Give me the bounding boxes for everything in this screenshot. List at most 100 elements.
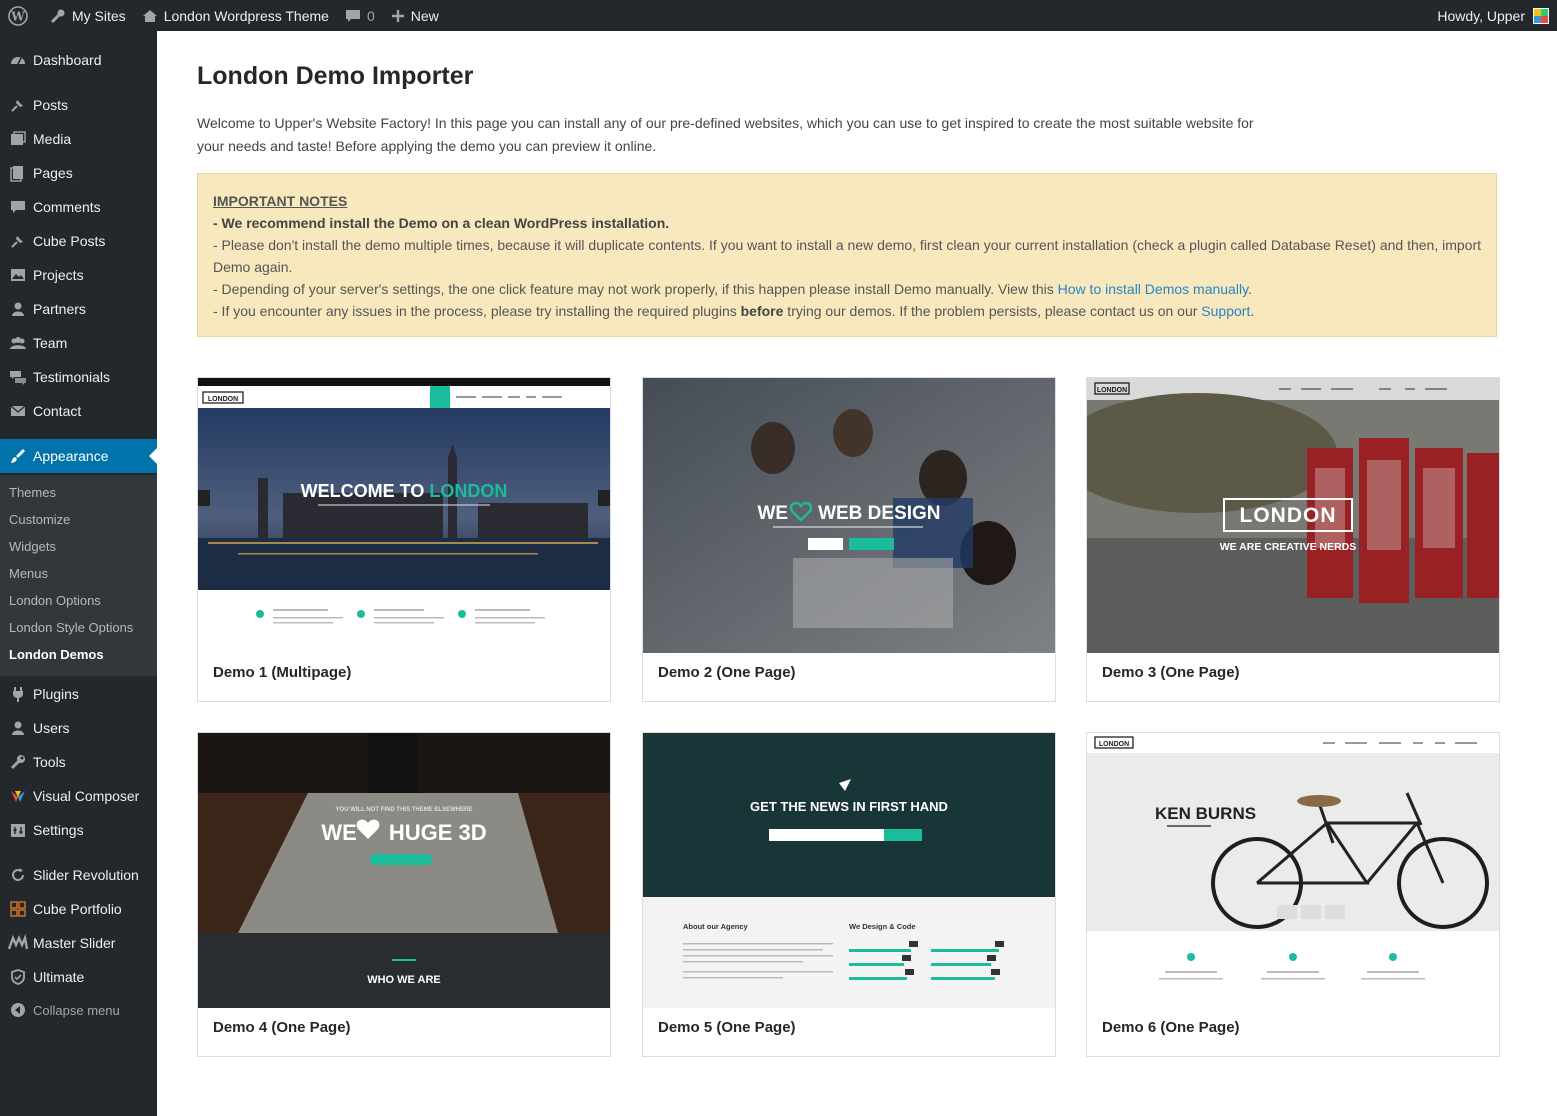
- page-title: London Demo Importer: [197, 62, 474, 90]
- pages-icon: [8, 163, 28, 183]
- demo-5-thumbnail: GET THE NEWS IN FIRST HAND About our Age…: [643, 733, 1055, 1008]
- demo-card-6[interactable]: LONDON KEN BURNS Demo 6 (One Page): [1086, 732, 1500, 1057]
- important-notes: IMPORTANT NOTES - We recommend install t…: [197, 173, 1497, 337]
- submenu-item-themes[interactable]: Themes: [9, 485, 56, 500]
- menu-item-partners[interactable]: Partners: [0, 292, 157, 326]
- menu-item-master-slider[interactable]: Master Slider: [0, 926, 157, 960]
- demo-6-headline: KEN BURNS: [1155, 804, 1256, 823]
- support-link[interactable]: Support: [1201, 303, 1250, 319]
- menu-item-label: Posts: [33, 97, 69, 113]
- menu-item-projects[interactable]: Projects: [0, 258, 157, 292]
- menu-item-label: Pages: [33, 165, 73, 181]
- submenu-item-london-options[interactable]: London Options: [9, 593, 101, 608]
- demo-6-caption: Demo 6 (One Page): [1102, 1019, 1240, 1036]
- menu-item-label: Settings: [33, 822, 84, 838]
- install-manually-link[interactable]: How to install Demos manually: [1058, 281, 1248, 297]
- menu-item-dashboard[interactable]: Dashboard: [0, 43, 157, 77]
- menu-item-appearance[interactable]: Appearance: [0, 439, 157, 473]
- demo-4-headline-a: WE: [321, 820, 356, 845]
- home-icon: [142, 9, 157, 22]
- menu-item-label: Dashboard: [33, 52, 102, 68]
- grid-icon: [8, 899, 28, 919]
- menu-item-comments[interactable]: Comments: [0, 190, 157, 224]
- menu-item-settings[interactable]: Settings: [0, 813, 157, 847]
- demo-3-caption: Demo 3 (One Page): [1102, 664, 1240, 681]
- demo-1-headline-b: LONDON: [429, 481, 507, 501]
- demo-card-1[interactable]: LONDON WELCOME TO LONDON Demo 1 (Multipa…: [197, 377, 611, 702]
- demo-6-thumbnail: LONDON KEN BURNS: [1087, 733, 1499, 1008]
- demo-6-logo: LONDON: [1099, 741, 1129, 748]
- menu-item-testimonials[interactable]: Testimonials: [0, 360, 157, 394]
- menu-item-label: Projects: [33, 267, 84, 283]
- submenu-item-customize[interactable]: Customize: [9, 512, 70, 527]
- refresh-icon: [8, 865, 28, 885]
- mail-icon: [8, 401, 28, 421]
- comment-icon: [345, 9, 360, 22]
- notes-title: IMPORTANT NOTES: [213, 193, 348, 209]
- demo-5-caption: Demo 5 (One Page): [658, 1019, 796, 1036]
- new-content-menu[interactable]: New: [383, 0, 447, 31]
- submenu-item-widgets[interactable]: Widgets: [9, 539, 56, 554]
- submenu-item-london-style-options[interactable]: London Style Options: [9, 620, 133, 635]
- vc-icon: [8, 786, 28, 806]
- my-sites-menu[interactable]: My Sites: [42, 0, 134, 31]
- demo-5-headline: GET THE NEWS IN FIRST HAND: [750, 799, 948, 814]
- pin-icon: [8, 231, 28, 251]
- wordpress-logo-icon[interactable]: W: [0, 0, 42, 31]
- menu-item-plugins[interactable]: Plugins: [0, 677, 157, 711]
- submenu-item-menus[interactable]: Menus: [9, 566, 48, 581]
- demo-card-2[interactable]: WE WEB DESIGN Demo 2 (One Page): [642, 377, 1056, 702]
- menu-item-slider-revolution[interactable]: Slider Revolution: [0, 858, 157, 892]
- demo-4-caption: Demo 4 (One Page): [213, 1019, 351, 1036]
- menu-item-label: Partners: [33, 301, 86, 317]
- menu-item-visual-composer[interactable]: Visual Composer: [0, 779, 157, 813]
- collapse-arrow-icon: [8, 1000, 28, 1020]
- demo-2-thumbnail: WE WEB DESIGN: [643, 378, 1055, 653]
- collapse-menu-label: Collapse menu: [33, 1002, 120, 1018]
- menu-item-label: Comments: [33, 199, 101, 215]
- notes-line-1: - We recommend install the Demo on a cle…: [213, 215, 670, 231]
- admin-bar: W My Sites London Wordpress Theme 0 New …: [0, 0, 1557, 31]
- menu-item-tools[interactable]: Tools: [0, 745, 157, 779]
- appearance-submenu: Themes Customize Widgets Menus London Option…: [0, 475, 157, 676]
- menu-item-media[interactable]: Media: [0, 122, 157, 156]
- demo-4-sub: WHO WE ARE: [367, 974, 441, 986]
- menu-item-label: Slider Revolution: [33, 867, 139, 883]
- submenu-item-london-demos[interactable]: London Demos: [9, 647, 104, 662]
- demo-5-design: We Design & Code: [849, 922, 916, 931]
- shield-icon: [8, 967, 28, 987]
- menu-item-posts[interactable]: Posts: [0, 88, 157, 122]
- collapse-menu-button[interactable]: Collapse menu: [0, 993, 157, 1027]
- site-name-menu[interactable]: London Wordpress Theme: [134, 0, 337, 31]
- menu-item-label: Visual Composer: [33, 788, 140, 804]
- demo-3-headline-a: LONDON: [1240, 504, 1337, 527]
- plug-icon: [8, 684, 28, 704]
- my-account-menu[interactable]: Howdy, Upper: [1437, 0, 1557, 31]
- menu-item-label: Cube Posts: [33, 233, 106, 249]
- menu-item-ultimate[interactable]: Ultimate: [0, 960, 157, 994]
- menu-item-team[interactable]: Team: [0, 326, 157, 360]
- menu-item-label: Ultimate: [33, 969, 85, 985]
- main-content: London Demo Importer Welcome to Upper's …: [157, 31, 1557, 1116]
- demo-1-headline-a: WELCOME TO: [301, 481, 430, 501]
- demo-4-headline-b: HUGE 3D: [389, 820, 487, 845]
- svg-text:WEWEB DESIGN: WE WEB DESIGN: [757, 503, 940, 524]
- person-icon: [8, 299, 28, 319]
- demo-card-3[interactable]: LONDON LONDON WE ARE CREATIVE NERDS Demo…: [1086, 377, 1500, 702]
- intro-text: Welcome to Upper's Website Factory! In t…: [197, 115, 1254, 154]
- menu-item-label: Team: [33, 335, 68, 351]
- menu-item-pages[interactable]: Pages: [0, 156, 157, 190]
- demo-1-caption: Demo 1 (Multipage): [213, 664, 352, 681]
- testimonial-icon: [8, 367, 28, 387]
- menu-item-users[interactable]: Users: [0, 711, 157, 745]
- menu-item-cube-portfolio[interactable]: Cube Portfolio: [0, 892, 157, 926]
- menu-item-label: Plugins: [33, 686, 79, 702]
- plus-icon: [391, 9, 404, 22]
- demo-card-4[interactable]: YOU WILL NOT FIND THIS THEME ELSEWHERE W…: [197, 732, 611, 1057]
- menu-item-contact[interactable]: Contact: [0, 394, 157, 428]
- comments-menu[interactable]: 0: [337, 0, 383, 31]
- menu-item-cube-posts[interactable]: Cube Posts: [0, 224, 157, 258]
- demo-card-5[interactable]: GET THE NEWS IN FIRST HAND About our Age…: [642, 732, 1056, 1057]
- my-sites-label: My Sites: [72, 7, 126, 24]
- menu-item-label: Cube Portfolio: [33, 901, 122, 917]
